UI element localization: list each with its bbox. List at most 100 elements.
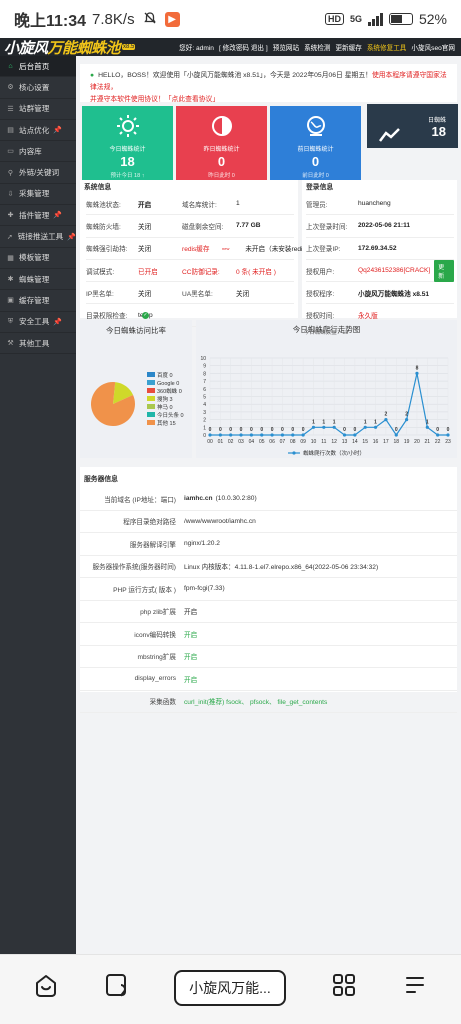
- server-info-row: 采集函数 curl_init(推荐) fsock、 pfsock、 file_ge…: [80, 691, 457, 713]
- system-info-row: 蜘蛛池状态: 开启 域名库统计: 1: [86, 193, 294, 216]
- login-info-row: 管理员: huancheng: [306, 193, 454, 216]
- server-info-row: PHP 运行方式( 版本 ) fpm-fcgi(7.33): [80, 578, 457, 601]
- hd-icon: HD: [324, 13, 344, 25]
- data-label: 0: [219, 427, 222, 433]
- bookmarks-button[interactable]: [103, 971, 131, 999]
- signal-icon: [367, 12, 383, 26]
- top-menu-item[interactable]: 您好: admin: [179, 42, 214, 52]
- sun-icon: [82, 114, 173, 144]
- data-label: 0: [271, 427, 274, 433]
- data-point: [239, 433, 243, 437]
- top-menu-item[interactable]: 系统检测: [304, 42, 330, 52]
- legend-marker: [292, 451, 296, 455]
- x-tick-label: 00: [207, 439, 213, 445]
- update-license-button[interactable]: 更新: [434, 259, 454, 282]
- app-logo[interactable]: 小旋风万能蜘蛛池: [0, 37, 121, 58]
- top-menu-item[interactable]: 小旋风seo官网: [411, 42, 455, 52]
- data-point: [384, 418, 388, 422]
- y-tick-label: 7: [203, 379, 206, 385]
- sidebar-item[interactable]: ▦ 模板管理: [0, 248, 76, 269]
- data-label: 0: [240, 427, 243, 433]
- system-info-table: 蜘蛛池状态: 开启 域名库统计: 1 蜘蛛防火墙: 关闭 磁盘剩余空间: 7.77 GB 蜘蛛强…: [86, 193, 326, 327]
- sidebar-item[interactable]: ⚲ 外链/关键词: [0, 162, 76, 184]
- legend-swatch: [147, 372, 155, 377]
- data-point: [405, 418, 409, 422]
- sidebar-item[interactable]: ⚒ 其他工具: [0, 333, 76, 355]
- login-info-table: 管理员: huancheng 上次登录时间: 2022-05-06 21:11 上次登录…: [306, 193, 454, 327]
- clock: 晚上11:34: [14, 13, 87, 30]
- sidebar-item[interactable]: ✱ 蜘蛛管理: [0, 269, 76, 291]
- current-tab-button[interactable]: 小旋风万能...: [174, 970, 286, 1006]
- sidebar-item-label: 站群管理: [19, 104, 50, 114]
- spider-trend-chart: 今日蜘蛛数量：1801234567891000 01 02 03 04 05 06 07 08 0…: [200, 330, 451, 457]
- x-tick-label: 22: [435, 439, 441, 445]
- data-point: [249, 433, 253, 437]
- sidebar-item[interactable]: ▭ 内容库: [0, 141, 76, 163]
- bookmark-icon: [106, 974, 127, 997]
- data-point: [208, 433, 212, 437]
- server-info-table: 当前域名 (IP地址：端口) iamhc.cn (10.0.30.2:80) 程序目录…: [80, 488, 457, 713]
- data-point: [218, 433, 222, 437]
- sidebar-item-label: 插件管理: [19, 210, 50, 220]
- spider-trend-panel: 今日蜘蛛爬行走势图 今日蜘蛛数量：18 0 1 2 3 4 5 6 7 8 9 10 00 01 02 03 0…: [196, 320, 457, 458]
- welcome-notice: ● HELLO，BOSS！欢迎使用「小旋风万能蜘蛛池 x8.51」，今天是 202…: [80, 64, 457, 103]
- license-link[interactable]: 并遵守本软件使用协议！「点此查看协议」: [90, 96, 219, 103]
- data-point: [270, 433, 274, 437]
- x-tick-label: 03: [238, 439, 244, 445]
- top-menu-item[interactable]: 预览网站: [273, 42, 299, 52]
- legend-swatch: [147, 380, 155, 385]
- data-label: 0: [353, 427, 356, 433]
- sidebar-item-label: 外链/关键词: [19, 168, 60, 178]
- template-icon: ▦: [7, 254, 14, 262]
- data-point: [291, 433, 295, 437]
- tabs-button[interactable]: [330, 971, 358, 999]
- x-tick-label: 15: [362, 439, 368, 445]
- data-label: 1: [322, 419, 325, 425]
- sidebar-item[interactable]: ⌂ 后台首页: [0, 56, 76, 78]
- pin-icon: 📌: [53, 318, 63, 326]
- sidebar-item[interactable]: ☰ 站群管理: [0, 99, 76, 120]
- top-menu-item[interactable]: 系统修复工具: [367, 42, 407, 52]
- sidebar-item[interactable]: ➚ 链接推送工具 📌: [0, 226, 76, 248]
- system-info-row: IP黑名单: 关闭 UA黑名单: 关闭: [86, 282, 294, 305]
- top-menu-item[interactable]: [ 修改密码 退出 ]: [219, 42, 268, 52]
- top-menu-item[interactable]: 更新缓存: [335, 42, 361, 52]
- browser-bottom-bar: 小旋风万能...: [0, 954, 461, 1024]
- data-point: [301, 433, 305, 437]
- x-tick-label: 10: [311, 439, 317, 445]
- login-info-row: 上次登录时间: 2022-05-06 21:11: [306, 215, 454, 238]
- top-menu: 您好: admin [ 修改密码 退出 ] 预览网站 系统检测 更新缓存 系统修复工具 小旋…: [179, 42, 461, 52]
- status-bar: 晚上11:34 7.8K/s ▶ HD 5G 52%: [0, 0, 461, 38]
- legend-label: 其他 15: [157, 419, 176, 427]
- home-button[interactable]: [32, 971, 60, 999]
- legend-swatch: [147, 396, 155, 401]
- data-label: 0: [260, 427, 263, 433]
- server-info-row: mbstring扩展 开启: [80, 646, 457, 668]
- sidebar-item[interactable]: ⚙ 核心设置: [0, 77, 76, 99]
- sidebar-item[interactable]: ⇩ 采集管理: [0, 184, 76, 206]
- yesterday-spider-count: 0: [217, 154, 226, 169]
- sidebar-item-label: 其他工具: [19, 338, 50, 348]
- sidebar-item[interactable]: ⛨ 安全工具 📌: [0, 312, 76, 333]
- sidebar-item[interactable]: ▤ 站点优化 📌: [0, 120, 76, 142]
- login-info-panel: 登录信息 管理员: huancheng 上次登录时间: 2022-05-06 21:1…: [302, 180, 457, 327]
- data-point: [436, 433, 440, 437]
- pin-icon: 📌: [53, 127, 63, 135]
- legend-label: 神马 0: [157, 403, 173, 411]
- data-point: [332, 425, 336, 429]
- legend-label: 今日头条 0: [157, 411, 184, 419]
- data-label: 0: [343, 427, 346, 433]
- system-info-row: 蜘蛛强引劫持: 关闭 redis缓存 new 未开启（未安装redis扩展）: [86, 238, 326, 260]
- sidebar-item[interactable]: ▣ 缓存管理: [0, 290, 76, 312]
- menu-button[interactable]: [400, 971, 428, 999]
- today-spider-count: 18: [120, 154, 135, 169]
- sidebar-item[interactable]: ✚ 插件管理 📌: [0, 205, 76, 227]
- trend-icon: [379, 126, 401, 149]
- data-label: 2: [405, 412, 408, 418]
- half-circle-icon: [176, 114, 267, 144]
- legend-label: Google 0: [157, 381, 179, 387]
- data-point: [363, 425, 367, 429]
- sidebar-item-label: 安全工具: [19, 317, 50, 327]
- y-tick-label: 6: [203, 387, 206, 393]
- chart-subtitle: 今日蜘蛛数量：18: [304, 330, 349, 336]
